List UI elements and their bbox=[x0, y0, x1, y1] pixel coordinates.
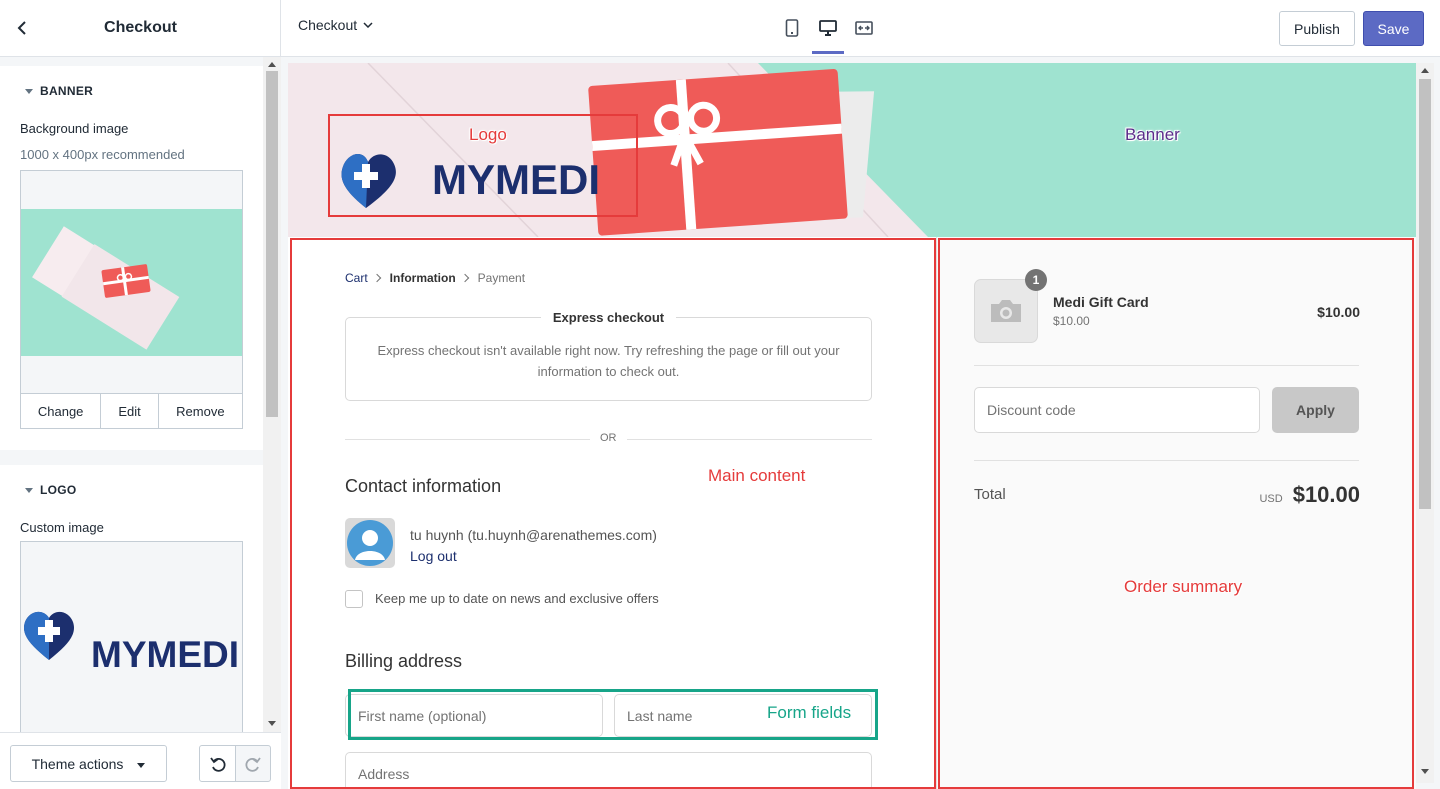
scroll-up-arrow-icon[interactable] bbox=[268, 62, 276, 67]
banner-thumbnail-image bbox=[21, 209, 242, 356]
mymedi-logo-thumbnail: MYMEDI bbox=[24, 611, 239, 675]
scroll-up-arrow-icon[interactable] bbox=[1421, 68, 1429, 73]
theme-editor-sidebar: Checkout BANNER Background image 1000 x … bbox=[0, 0, 281, 789]
logo-section-heading: LOGO bbox=[40, 483, 77, 497]
desktop-preview-button[interactable] bbox=[812, 14, 844, 54]
order-summary-annotation-box bbox=[938, 238, 1414, 789]
svg-text:MYMEDI: MYMEDI bbox=[91, 634, 239, 675]
logo-annotation-label: Logo bbox=[469, 125, 507, 144]
fullscreen-preview-button[interactable] bbox=[850, 14, 878, 42]
image-size-hint: 1000 x 400px recommended bbox=[20, 147, 185, 162]
sidebar-header: Checkout bbox=[0, 0, 281, 57]
sidebar-title: Checkout bbox=[104, 19, 177, 36]
sidebar-scrollbar-thumb[interactable] bbox=[266, 71, 278, 417]
remove-image-button[interactable]: Remove bbox=[159, 394, 242, 428]
scroll-down-arrow-icon[interactable] bbox=[1421, 769, 1429, 774]
custom-logo-preview[interactable]: MYMEDI bbox=[20, 541, 243, 732]
back-arrow-icon[interactable] bbox=[12, 18, 32, 38]
page-template-select[interactable]: Checkout bbox=[298, 17, 373, 33]
custom-image-label: Custom image bbox=[20, 520, 104, 535]
logo-settings-section: LOGO Custom image MYMEDI bbox=[0, 465, 263, 732]
chevron-down-icon bbox=[363, 22, 373, 28]
checkout-preview-frame: MYMEDI Logo Banner Cart Information Paym… bbox=[288, 63, 1416, 789]
checkout-preview-area: MYMEDI Logo Banner Cart Information Paym… bbox=[281, 57, 1440, 789]
banner-section-heading: BANNER bbox=[40, 84, 94, 98]
collapse-triangle-icon bbox=[25, 487, 33, 493]
change-image-button[interactable]: Change bbox=[21, 394, 102, 428]
scroll-down-arrow-icon[interactable] bbox=[268, 721, 276, 726]
checkout-banner: MYMEDI Logo Banner bbox=[288, 63, 1416, 237]
image-action-buttons: Change Edit Remove bbox=[20, 393, 243, 429]
banner-annotation-label: Banner bbox=[1125, 125, 1180, 144]
redo-icon bbox=[245, 756, 261, 772]
page-select-label: Checkout bbox=[298, 17, 358, 33]
theme-actions-label: Theme actions bbox=[31, 755, 124, 772]
publish-button[interactable]: Publish bbox=[1279, 11, 1355, 46]
mobile-icon bbox=[785, 19, 799, 37]
preview-scrollbar[interactable] bbox=[1416, 63, 1434, 783]
fullscreen-icon bbox=[855, 21, 873, 35]
background-image-preview[interactable] bbox=[20, 170, 243, 394]
banner-section-toggle[interactable]: BANNER bbox=[25, 84, 93, 98]
mobile-preview-button[interactable] bbox=[778, 14, 806, 42]
redo-button[interactable] bbox=[235, 745, 271, 782]
sidebar-settings-panel: BANNER Background image 1000 x 400px rec… bbox=[0, 57, 281, 732]
undo-button[interactable] bbox=[199, 745, 236, 782]
sidebar-scrollbar[interactable] bbox=[263, 57, 281, 732]
caret-down-icon bbox=[137, 762, 146, 768]
banner-settings-section: BANNER Background image 1000 x 400px rec… bbox=[0, 66, 263, 450]
desktop-icon bbox=[819, 20, 837, 36]
sidebar-footer: Theme actions bbox=[0, 732, 281, 789]
undo-icon bbox=[209, 756, 225, 772]
editor-top-bar: Checkout Publish Save bbox=[281, 0, 1440, 57]
preview-scrollbar-thumb[interactable] bbox=[1419, 79, 1431, 509]
edit-image-button[interactable]: Edit bbox=[101, 394, 159, 428]
save-button[interactable]: Save bbox=[1363, 11, 1424, 46]
logo-section-toggle[interactable]: LOGO bbox=[25, 483, 77, 497]
main-content-annotation-box bbox=[290, 238, 936, 789]
device-preview-toggle bbox=[778, 14, 878, 54]
theme-actions-button[interactable]: Theme actions bbox=[10, 745, 167, 782]
background-image-label: Background image bbox=[20, 121, 129, 136]
collapse-triangle-icon bbox=[25, 88, 33, 94]
